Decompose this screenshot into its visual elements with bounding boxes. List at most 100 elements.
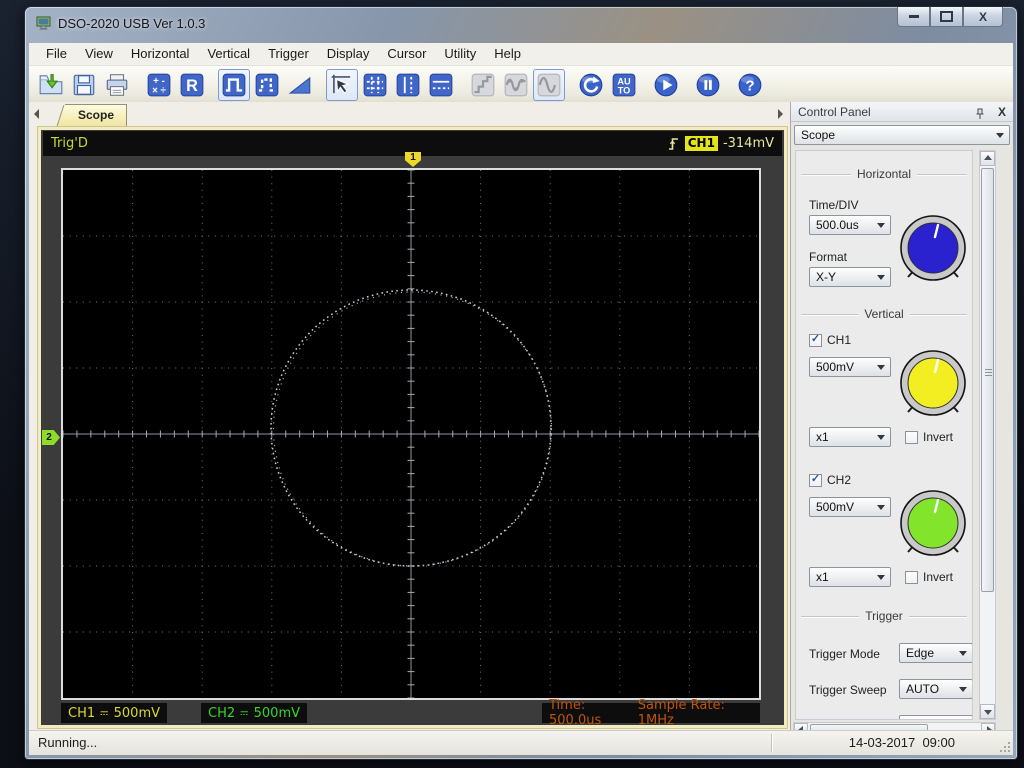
vertical-cursors-button[interactable] bbox=[392, 69, 424, 101]
time-div-value: 500.0us bbox=[816, 218, 859, 232]
ch1-readout: CH1 500mV bbox=[61, 703, 167, 723]
ch1-position-marker[interactable]: 1 bbox=[405, 152, 421, 167]
tab-scope[interactable]: Scope bbox=[65, 104, 127, 126]
timebase-readout: Time: 500.0us Sample Rate: 1MHz bbox=[542, 698, 760, 728]
ch2-position-knob[interactable] bbox=[895, 485, 971, 561]
math-button[interactable]: + - × ÷ bbox=[143, 69, 175, 101]
ch1-label: CH1 bbox=[68, 705, 96, 721]
trigger-mode-label: Trigger Mode bbox=[809, 647, 880, 661]
ch2-scale: 500mV bbox=[253, 705, 300, 721]
chevron-down-icon bbox=[996, 133, 1004, 142]
print-button[interactable] bbox=[101, 69, 133, 101]
trigger-source-dropdown[interactable]: CH1 bbox=[899, 715, 972, 719]
scrollbar-thumb[interactable] bbox=[981, 168, 994, 592]
format-label: Format bbox=[809, 250, 848, 264]
ch2-probe-dropdown[interactable]: x1 bbox=[809, 567, 891, 587]
scroll-up-icon[interactable] bbox=[980, 151, 995, 166]
status-datetime: 14-03-2017 09:00 bbox=[848, 735, 955, 750]
minimize-button[interactable] bbox=[897, 7, 930, 27]
sinx-interpolation-button bbox=[500, 69, 532, 101]
ch1-probe-value: x1 bbox=[816, 430, 829, 444]
menu-cursor[interactable]: Cursor bbox=[378, 43, 435, 65]
ch1-probe-dropdown[interactable]: x1 bbox=[809, 427, 891, 447]
menu-trigger[interactable]: Trigger bbox=[259, 43, 318, 65]
panel-selector-dropdown[interactable]: Scope bbox=[794, 125, 1010, 145]
time-value: Time: 500.0us bbox=[549, 698, 602, 728]
menu-file[interactable]: File bbox=[37, 43, 76, 65]
ch1-enable-row: ✓ CH1 bbox=[809, 333, 851, 347]
chevron-down-icon bbox=[877, 365, 885, 374]
maximize-button[interactable] bbox=[930, 7, 963, 27]
resize-grip[interactable] bbox=[1008, 750, 1010, 752]
tab-scroll-right-icon[interactable] bbox=[778, 109, 783, 119]
ramp-button[interactable] bbox=[284, 69, 316, 101]
control-panel-title: Control Panel bbox=[798, 105, 871, 119]
horizontal-section: Horizontal Time/DIV 500.0us Format X-Y bbox=[801, 167, 967, 287]
open-button[interactable] bbox=[35, 69, 67, 101]
menu-help[interactable]: Help bbox=[485, 43, 530, 65]
open-folder-icon bbox=[39, 73, 63, 94]
ch1-position-knob[interactable] bbox=[895, 345, 971, 421]
horizontal-knob[interactable] bbox=[895, 210, 971, 286]
sine-interpolation-button bbox=[533, 68, 565, 101]
ch2-position-marker[interactable]: 2 bbox=[42, 430, 60, 445]
window-title: DSO-2020 USB Ver 1.0.3 bbox=[58, 16, 206, 31]
ch2-readout: CH2 500mV bbox=[201, 703, 307, 723]
trigger-level: -314mV bbox=[722, 136, 774, 151]
time-div-dropdown[interactable]: 500.0us bbox=[809, 215, 891, 235]
control-panel-content: Horizontal Time/DIV 500.0us Format X-Y V… bbox=[795, 150, 973, 720]
scope-panel: Trig'D CH1 -314mV 1 2 CH1 500mV CH2 500m… bbox=[37, 126, 788, 729]
menu-utility[interactable]: Utility bbox=[435, 43, 485, 65]
ch1-invert-checkbox[interactable] bbox=[905, 430, 918, 444]
trigger-edge-icon bbox=[668, 137, 678, 150]
toolbar-separator bbox=[134, 69, 143, 101]
panel-close-icon[interactable]: X bbox=[998, 102, 1006, 122]
menu-horizontal[interactable]: Horizontal bbox=[122, 43, 199, 65]
scope-document: Scope Trig'D CH1 -314mV 1 2 CH1 500mV CH… bbox=[29, 102, 790, 731]
cursor-button[interactable] bbox=[326, 68, 358, 101]
horizontal-cursors-icon bbox=[429, 73, 453, 96]
chevron-down-icon bbox=[877, 275, 885, 284]
ch2-checkbox[interactable]: ✓ bbox=[809, 473, 822, 487]
refresh-button[interactable] bbox=[575, 69, 607, 101]
close-button[interactable]: X bbox=[963, 7, 1003, 27]
cursor-arrow-icon bbox=[331, 74, 351, 94]
trigger-status: Trig'D bbox=[51, 136, 88, 151]
grid-cursors-button[interactable] bbox=[359, 69, 391, 101]
reference-button[interactable]: R bbox=[176, 69, 208, 101]
trigger-sweep-dropdown[interactable]: AUTO bbox=[899, 679, 972, 699]
save-button[interactable] bbox=[68, 69, 100, 101]
ch1-scale-dropdown[interactable]: 500mV bbox=[809, 357, 891, 377]
ch1-checkbox-label: CH1 bbox=[827, 333, 852, 347]
square-wave-button[interactable] bbox=[218, 68, 250, 101]
dc-coupling-icon bbox=[100, 711, 109, 715]
auto-button[interactable]: AU TO bbox=[608, 69, 640, 101]
menu-view[interactable]: View bbox=[76, 43, 122, 65]
start-button[interactable] bbox=[650, 69, 682, 101]
ch2-checkbox-label: CH2 bbox=[827, 473, 852, 487]
scroll-down-icon[interactable] bbox=[980, 704, 995, 719]
panel-vertical-scrollbar[interactable] bbox=[979, 150, 996, 720]
pause-button[interactable] bbox=[692, 69, 724, 101]
help-button[interactable]: ? bbox=[734, 69, 766, 101]
trigger-channel-badge: CH1 bbox=[684, 136, 718, 151]
format-dropdown[interactable]: X-Y bbox=[809, 267, 891, 287]
close-icon: X bbox=[978, 9, 987, 24]
tab-scroll-left-icon[interactable] bbox=[34, 109, 39, 119]
pin-icon[interactable] bbox=[975, 106, 985, 126]
ch2-scale-dropdown[interactable]: 500mV bbox=[809, 497, 891, 517]
ch2-enable-row: ✓ CH2 bbox=[809, 473, 851, 487]
sample-rate-value: Sample Rate: 1MHz bbox=[637, 698, 725, 728]
svg-text:?: ? bbox=[745, 77, 754, 94]
control-panel-header[interactable]: Control Panel X bbox=[791, 102, 1013, 122]
title-bar[interactable]: DSO-2020 USB Ver 1.0.3 X bbox=[25, 7, 1017, 43]
square-wave-ref-button[interactable] bbox=[251, 69, 283, 101]
trigger-mode-dropdown[interactable]: Edge bbox=[899, 643, 972, 663]
ch1-checkbox[interactable]: ✓ bbox=[809, 333, 822, 347]
ch2-invert-checkbox[interactable] bbox=[905, 570, 918, 584]
horizontal-cursors-button[interactable] bbox=[425, 69, 457, 101]
svg-text:× ÷: × ÷ bbox=[152, 85, 166, 96]
chevron-down-icon bbox=[959, 687, 967, 696]
menu-display[interactable]: Display bbox=[318, 43, 379, 65]
menu-vertical[interactable]: Vertical bbox=[198, 43, 259, 65]
